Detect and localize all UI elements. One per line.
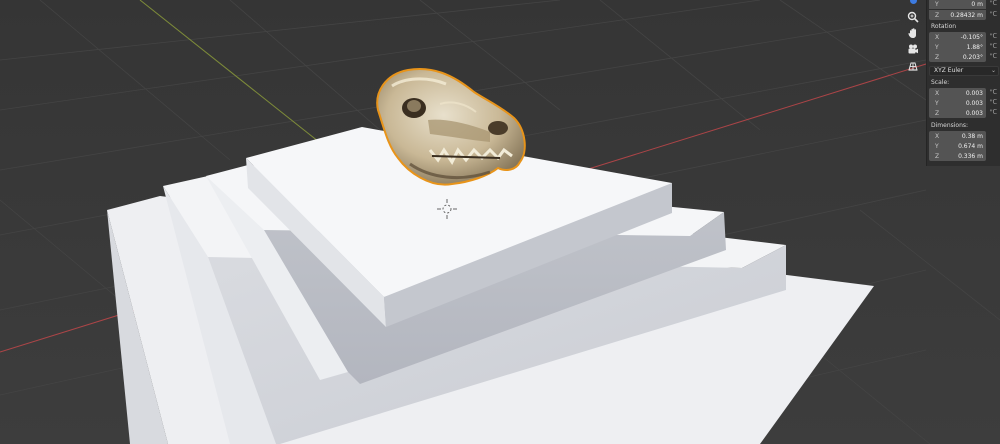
rotation-x-field[interactable]: X -0.105° xyxy=(929,32,986,42)
scale-x-axis: X xyxy=(935,89,940,97)
zoom-icon[interactable] xyxy=(903,9,923,25)
rotation-y-value: 1.88° xyxy=(966,43,983,51)
dimensions-x-axis: X xyxy=(935,132,940,140)
dimensions-x-field[interactable]: X 0.38 m xyxy=(929,131,986,141)
chevron-down-icon: ⌄ xyxy=(990,67,996,74)
scale-y-field[interactable]: Y 0.003 xyxy=(929,98,986,108)
3d-viewport[interactable] xyxy=(0,0,1000,444)
rotation-x-axis: X xyxy=(935,33,940,41)
scale-y-value: 0.003 xyxy=(965,99,983,107)
location-z-lock-icon[interactable]: "ᑕ xyxy=(989,10,998,20)
scale-y-axis: Y xyxy=(935,99,939,107)
location-y-lock-icon[interactable]: "ᑕ xyxy=(989,0,998,9)
rotation-y-lock-icon[interactable]: "ᑕ xyxy=(989,42,998,52)
rotation-y-axis: Y xyxy=(935,43,939,51)
dimensions-x-value: 0.38 m xyxy=(961,132,983,140)
scale-x-lock-icon[interactable]: "ᑕ xyxy=(989,88,998,98)
location-z-value: 0.28432 m xyxy=(950,11,983,19)
dimensions-y-field[interactable]: Y 0.674 m xyxy=(929,141,986,151)
rotation-mode-value: XYZ Euler xyxy=(934,67,964,74)
dimensions-z-value: 0.336 m xyxy=(958,152,983,160)
camera-icon[interactable] xyxy=(903,41,923,57)
location-y-field[interactable]: Y 0 m xyxy=(929,0,986,9)
transform-panel: Y 0 m "ᑕ Z 0.28432 m "ᑕ Rotation X -0.10… xyxy=(926,0,1000,166)
viewport-canvas xyxy=(0,0,1000,444)
grid-ortho-icon[interactable] xyxy=(903,58,923,74)
dimensions-y-value: 0.674 m xyxy=(958,142,983,150)
dimensions-label: Dimensions: xyxy=(931,122,969,129)
axis-gizmo-dot[interactable] xyxy=(910,0,917,4)
location-z-axis: Z xyxy=(935,11,940,19)
scale-y-lock-icon[interactable]: "ᑕ xyxy=(989,98,998,108)
scale-z-value: 0.003 xyxy=(965,109,983,117)
rotation-x-lock-icon[interactable]: "ᑕ xyxy=(989,32,998,42)
scale-label: Scale: xyxy=(931,79,950,86)
location-z-field[interactable]: Z 0.28432 m xyxy=(929,10,986,20)
rotation-z-value: 0.203° xyxy=(962,53,983,61)
rotation-z-axis: Z xyxy=(935,53,940,61)
dimensions-z-axis: Z xyxy=(935,152,940,160)
location-y-value: 0 m xyxy=(971,0,983,8)
hand-pan-icon[interactable] xyxy=(903,25,923,41)
dimensions-z-field[interactable]: Z 0.336 m xyxy=(929,151,986,161)
dimensions-y-axis: Y xyxy=(935,142,939,150)
scale-z-axis: Z xyxy=(935,109,940,117)
rotation-label: Rotation xyxy=(931,23,957,30)
scale-z-field[interactable]: Z 0.003 xyxy=(929,108,986,118)
rotation-y-field[interactable]: Y 1.88° xyxy=(929,42,986,52)
scale-x-value: 0.003 xyxy=(965,89,983,97)
rotation-mode-select[interactable]: XYZ Euler ⌄ xyxy=(929,66,999,76)
rotation-z-field[interactable]: Z 0.203° xyxy=(929,52,986,62)
rotation-x-value: -0.105° xyxy=(960,33,983,41)
location-y-axis: Y xyxy=(935,0,939,8)
scale-z-lock-icon[interactable]: "ᑕ xyxy=(989,108,998,118)
navigation-gizmo xyxy=(902,0,924,80)
rotation-z-lock-icon[interactable]: "ᑕ xyxy=(989,52,998,62)
scale-x-field[interactable]: X 0.003 xyxy=(929,88,986,98)
